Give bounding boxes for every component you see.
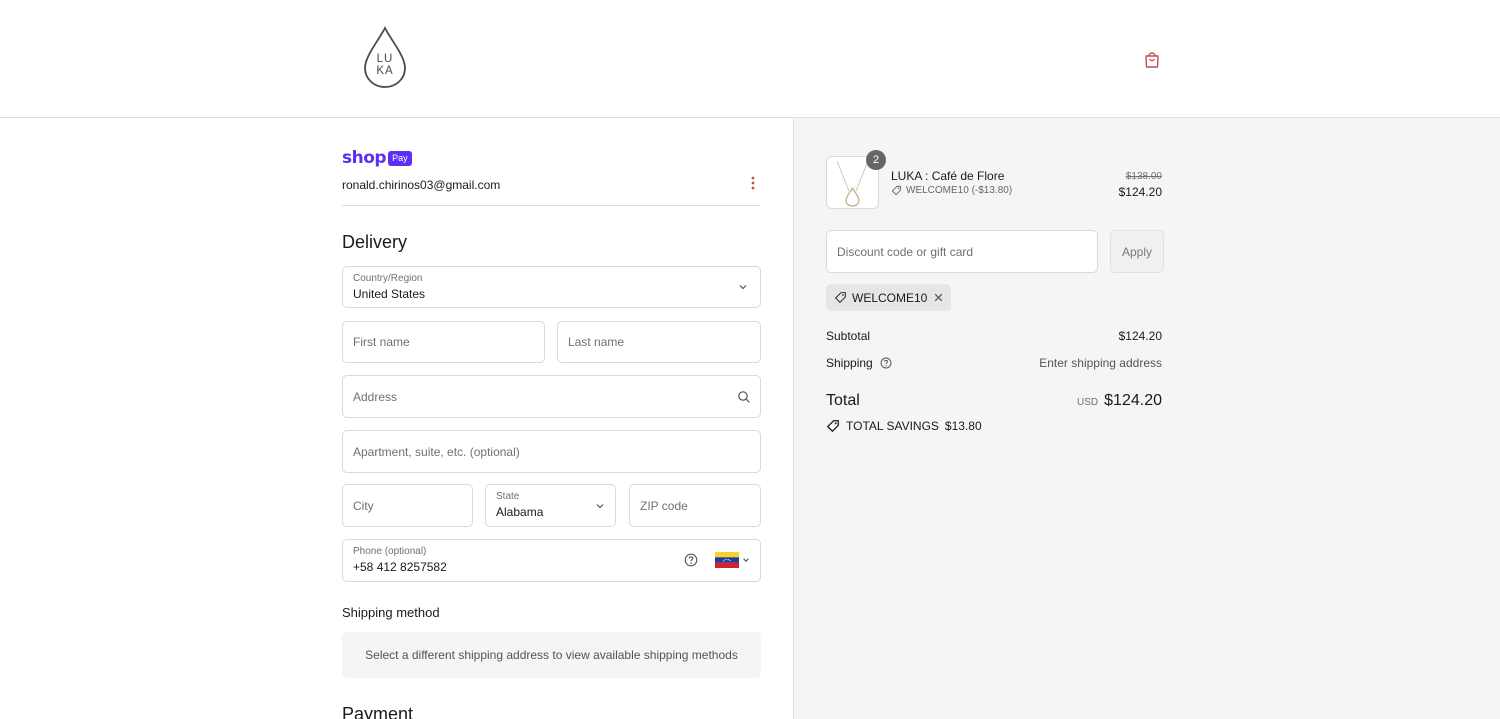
applied-code-label: WELCOME10 [852, 291, 928, 305]
help-icon[interactable] [880, 357, 892, 369]
last-name-placeholder: Last name [568, 335, 625, 349]
first-name-placeholder: First name [353, 335, 410, 349]
total-amount: USD $124.20 [1077, 392, 1162, 410]
country-code-selector[interactable] [715, 552, 753, 570]
shopping-bag-icon [1145, 52, 1159, 68]
product-price: $124.20 [1118, 185, 1162, 199]
shop-word: shop [342, 148, 387, 168]
savings-value: $13.80 [944, 419, 982, 433]
order-summary: 2 LUKA : Café de Flore WELCOME10 (-$13.8… [793, 118, 1500, 719]
savings-label: TOTAL SAVINGS [846, 419, 939, 433]
venezuela-flag-icon [715, 552, 739, 568]
chevron-down-icon [739, 285, 747, 290]
country-value: United States [353, 287, 426, 301]
currency-code: USD [1077, 397, 1099, 408]
shipping-notice-text: Select a different shipping address to v… [365, 648, 738, 662]
last-name-field[interactable]: Last name [557, 321, 761, 363]
chevron-down-icon [743, 558, 749, 562]
account-menu-button[interactable] [746, 175, 760, 191]
shipping-row: Shipping [826, 356, 892, 370]
apartment-placeholder: Apartment, suite, etc. (optional) [353, 444, 520, 459]
chevron-down-icon [596, 503, 604, 508]
shipping-value: Enter shipping address [1039, 356, 1162, 370]
cart-button[interactable] [1141, 48, 1163, 70]
address-placeholder: Address [353, 389, 398, 404]
search-icon [738, 391, 750, 403]
tag-icon [826, 420, 839, 433]
product-discount-text: WELCOME10 (-$13.80) [906, 185, 1013, 196]
pay-badge: Pay [388, 150, 412, 166]
total-label: Total [826, 392, 860, 409]
city-placeholder: City [353, 498, 374, 513]
divider [342, 205, 761, 206]
header: LU KA [0, 0, 1500, 118]
quantity-badge: 2 [866, 150, 886, 170]
original-price: $138.00 [1125, 171, 1162, 182]
discount-code-input[interactable]: Discount code or gift card [826, 230, 1098, 273]
subtotal-label: Subtotal [826, 329, 871, 343]
luka-logo[interactable]: LU KA [362, 25, 408, 90]
country-label: Country/Region [353, 273, 423, 284]
country-select[interactable]: Country/Region United States [342, 266, 761, 308]
city-field[interactable]: City [342, 484, 473, 527]
tag-icon [891, 185, 902, 196]
phone-value: +58 412 8257582 [353, 560, 447, 574]
delivery-heading: Delivery [342, 232, 408, 252]
checkout-form: shop Pay ronald.chirinos03@gmail.com Del… [342, 118, 761, 719]
zip-placeholder: ZIP code [640, 498, 688, 513]
product-name: LUKA : Café de Flore [891, 169, 1005, 183]
shop-pay-logo: shop Pay [342, 148, 412, 168]
remove-discount-close-icon[interactable] [933, 292, 944, 303]
total-savings: TOTAL SAVINGS $13.80 [826, 419, 982, 433]
shipping-label: Shipping [826, 356, 873, 370]
state-select[interactable]: State Alabama [485, 484, 616, 527]
apartment-field[interactable]: Apartment, suite, etc. (optional) [342, 430, 761, 473]
state-label: State [496, 491, 520, 502]
kebab-menu-icon [751, 176, 755, 190]
first-name-field[interactable]: First name [342, 321, 545, 363]
shipping-method-heading: Shipping method [342, 605, 440, 620]
zip-field[interactable]: ZIP code [629, 484, 761, 527]
tag-icon [834, 292, 846, 304]
account-email: ronald.chirinos03@gmail.com [342, 178, 501, 192]
discount-code-placeholder: Discount code or gift card [837, 245, 974, 259]
shipping-method-notice: Select a different shipping address to v… [342, 632, 761, 678]
total-value: $124.20 [1104, 392, 1162, 409]
apply-button[interactable]: Apply [1110, 230, 1164, 273]
applied-discount-chip: WELCOME10 [826, 284, 951, 311]
subtotal-value: $124.20 [1118, 329, 1162, 343]
drop-logo-icon [364, 25, 406, 88]
phone-label: Phone (optional) [353, 546, 427, 557]
address-field[interactable]: Address [342, 375, 761, 418]
product-discount: WELCOME10 (-$13.80) [891, 185, 1012, 196]
apply-label: Apply [1121, 245, 1153, 259]
help-icon[interactable] [684, 553, 698, 567]
phone-field[interactable]: Phone (optional) +58 412 8257582 [342, 539, 761, 582]
state-value: Alabama [496, 505, 544, 519]
payment-heading: Payment [342, 704, 414, 719]
